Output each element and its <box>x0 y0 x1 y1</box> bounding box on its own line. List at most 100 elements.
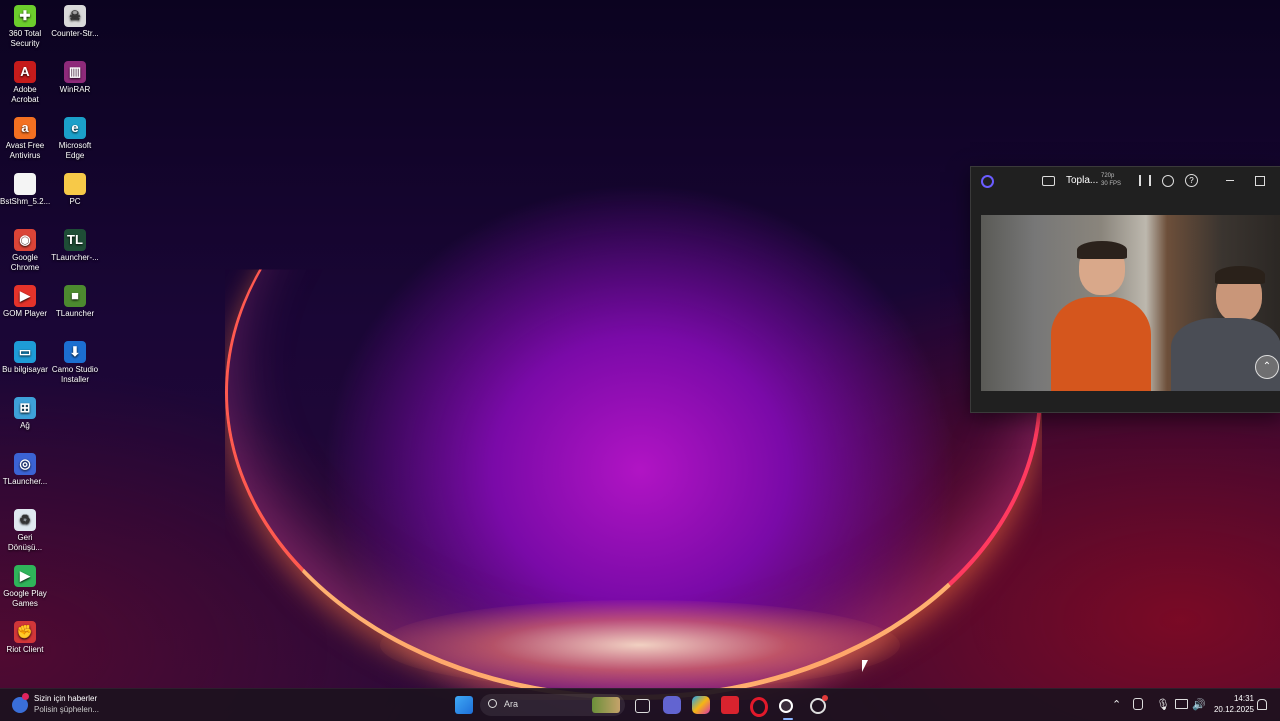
tlauncher-block-icon: ■ <box>64 285 86 307</box>
desktop-icon-recycle-bin[interactable]: ♻ Geri Dönüşü... <box>0 509 50 553</box>
desktop-icon-label: Google Chrome <box>10 253 40 272</box>
wps-office-icon[interactable] <box>721 696 739 714</box>
desktop-icon-gom-player[interactable]: ▶ GOM Player <box>0 285 50 319</box>
start-button[interactable] <box>455 696 473 714</box>
recycle-bin-icon: ♻ <box>14 509 36 531</box>
desktop-icon-label: Counter-Str... <box>51 29 99 38</box>
desktop-icon-label: TLauncher... <box>2 477 48 486</box>
desktop-icon-label: BstShm_5.2... <box>0 197 51 206</box>
desktop-icon-this-pc[interactable]: ▭ Bu bilgisayar <box>0 341 50 375</box>
desktop-icon-tlauncher[interactable]: TL TLauncher-... <box>50 229 100 263</box>
taskbar: Sizin için haberler Polisin şüphelen... … <box>0 688 1280 721</box>
camo-window[interactable]: Topla... 720p 30 FPS ? ⌃ <box>970 166 1280 413</box>
notification-badge <box>822 695 828 701</box>
volume-icon[interactable]: 🔊 <box>1192 698 1206 711</box>
notifications-bell-icon[interactable] <box>1257 699 1267 710</box>
desktop-icon-network[interactable]: ⊞ Ağ <box>0 397 50 431</box>
desktop-icon-edge[interactable]: e Microsoft Edge <box>50 117 100 161</box>
search-box[interactable]: Ara <box>480 694 625 716</box>
search-placeholder: Ara <box>504 699 519 709</box>
copilot-icon[interactable] <box>692 696 710 714</box>
desktop-icon-label: WinRAR <box>59 85 91 94</box>
minimize-icon[interactable] <box>1226 180 1234 181</box>
camera-source-icon[interactable] <box>1042 176 1055 186</box>
riot-client-icon: ✊ <box>14 621 36 643</box>
search-highlight-icon <box>592 697 620 713</box>
pause-icon[interactable] <box>1139 175 1151 186</box>
news-title: Sizin için haberler <box>34 694 98 703</box>
file-icon <box>14 173 36 195</box>
desktop-icon-google-play-games[interactable]: ▶ Google Play Games <box>0 565 50 609</box>
desktop-icon-camo-installer[interactable]: ⬇ Camo Studio Installer <box>50 341 100 385</box>
camo-taskbar-icon[interactable] <box>779 699 793 713</box>
desktop-icon-riot-client[interactable]: ✊ Riot Client <box>0 621 50 655</box>
chrome-icon: ◉ <box>14 229 36 251</box>
desktop-icon-label: Google Play Games <box>3 589 47 608</box>
clock[interactable]: 14:31 20.12.2025 <box>1210 693 1254 715</box>
desktop-icon-tlauncher-block[interactable]: ■ TLauncher <box>50 285 100 319</box>
desktop-icon-label: Avast Free Antivirus <box>5 141 45 160</box>
help-icon[interactable]: ? <box>1185 174 1198 187</box>
clock-date: 20.12.2025 <box>1213 705 1254 714</box>
camo-fps: 30 FPS <box>1101 181 1122 187</box>
teams-chat-icon[interactable] <box>663 696 681 714</box>
desktop-icon-avast[interactable]: a Avast Free Antivirus <box>0 117 50 161</box>
network-tray-icon[interactable] <box>1175 699 1188 709</box>
tray-app-icon[interactable] <box>1133 698 1143 710</box>
desktop-icon-label: Adobe Acrobat <box>11 85 39 104</box>
tray-chevron-icon[interactable]: ⌃ <box>1112 698 1121 711</box>
effects-icon[interactable] <box>1162 175 1174 187</box>
desktop-icon-counter-strike[interactable]: ☠ Counter-Str... <box>50 5 100 39</box>
desktop-icon-folder[interactable]: PC <box>50 173 100 207</box>
desktop-icon-tlauncher-blue[interactable]: ◎ TLauncher... <box>0 453 50 487</box>
desktop-icon-file[interactable]: BstShm_5.2... <box>0 173 50 207</box>
avast-icon: a <box>14 117 36 139</box>
desktop-icon-label: PC <box>69 197 81 206</box>
camo-video-preview: ⌃ <box>981 215 1280 391</box>
collapse-button[interactable]: ⌃ <box>1255 355 1279 379</box>
this-pc-icon: ▭ <box>14 341 36 363</box>
camo-logo-icon <box>981 175 994 188</box>
google-play-games-icon: ▶ <box>14 565 36 587</box>
desktop-icon-label: TLauncher-... <box>51 253 99 262</box>
desktop-icon-360-security[interactable]: ✚ 360 Total Security <box>0 5 50 49</box>
360-security-icon: ✚ <box>14 5 36 27</box>
microphone-icon[interactable]: 🎙 <box>1156 698 1170 711</box>
counter-strike-icon: ☠ <box>64 5 86 27</box>
news-badge <box>22 693 29 700</box>
desktop-icon-winrar[interactable]: ▥ WinRAR <box>50 61 100 95</box>
network-icon: ⊞ <box>14 397 36 419</box>
desktop-icon-label: Ağ <box>20 421 30 430</box>
wallpaper-glow <box>380 600 900 690</box>
gom-player-icon: ▶ <box>14 285 36 307</box>
desktop-icon-label: Camo Studio Installer <box>51 365 99 384</box>
search-icon <box>488 699 497 708</box>
mouse-cursor <box>862 660 868 672</box>
camo-titlebar[interactable]: Topla... 720p 30 FPS ? <box>971 167 1280 195</box>
edge-icon: e <box>64 117 86 139</box>
desktop-icon-label: Geri Dönüşü... <box>7 533 43 552</box>
tlauncher-icon: TL <box>64 229 86 251</box>
desktop-icon-label: Microsoft Edge <box>58 141 92 160</box>
tlauncher-blue-icon: ◎ <box>14 453 36 475</box>
desktop-icon-label: GOM Player <box>2 309 47 318</box>
camo-installer-icon: ⬇ <box>64 341 86 363</box>
maximize-icon[interactable] <box>1255 176 1265 186</box>
opera-icon[interactable] <box>750 697 768 717</box>
desktop-icon-label: TLauncher <box>55 309 95 318</box>
camo-resolution: 720p <box>1101 173 1115 179</box>
video-child-left <box>1051 241 1151 391</box>
adobe-acrobat-icon: A <box>14 61 36 83</box>
camo-device-title[interactable]: Topla... <box>1066 175 1098 186</box>
desktop-icon-adobe-acrobat[interactable]: A Adobe Acrobat <box>0 61 50 105</box>
folder-icon <box>64 173 86 195</box>
desktop-icon-label: Bu bilgisayar <box>2 365 48 374</box>
news-widget[interactable]: Sizin için haberler Polisin şüphelen... <box>12 693 122 717</box>
clock-time: 14:31 <box>1233 694 1254 703</box>
desktop-icon-label: Riot Client <box>6 645 44 654</box>
news-subtitle: Polisin şüphelen... <box>34 705 99 714</box>
desktop-icon-chrome[interactable]: ◉ Google Chrome <box>0 229 50 273</box>
task-view-button[interactable] <box>635 699 650 713</box>
desktop-icon-label: 360 Total Security <box>8 29 42 48</box>
winrar-icon: ▥ <box>64 61 86 83</box>
